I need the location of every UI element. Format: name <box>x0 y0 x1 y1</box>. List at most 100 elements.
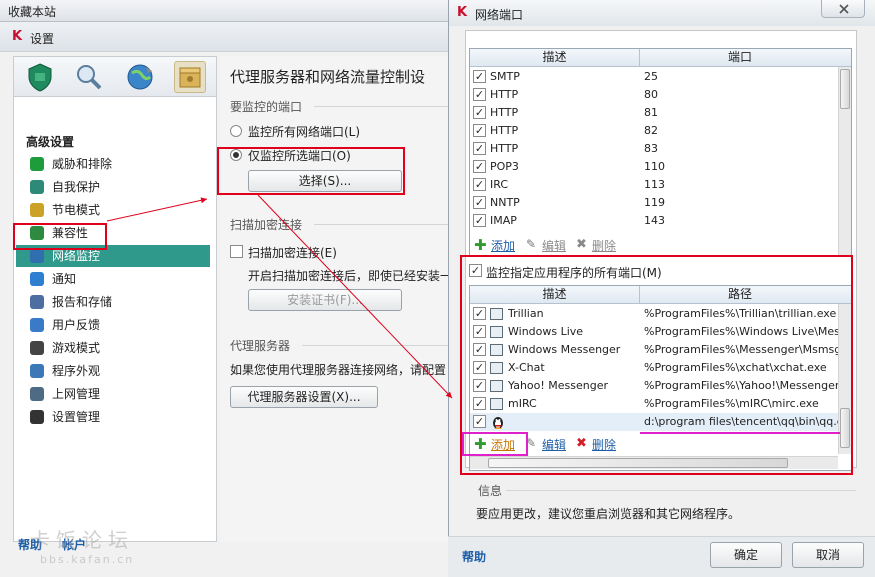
dialog-help-link[interactable]: 帮助 <box>462 548 486 565</box>
table-row[interactable]: ✓ HTTP 80 <box>470 86 851 104</box>
sidebar-item[interactable]: 报告和存储 <box>16 291 210 313</box>
port-number: 82 <box>644 124 658 137</box>
advanced-settings-title: 高级设置 <box>26 135 75 149</box>
sidebar-item[interactable]: 上网管理 <box>16 383 210 405</box>
battery-icon <box>30 203 44 217</box>
proxy-settings-button[interactable]: 代理服务器设置(X)... <box>230 386 378 408</box>
info-icon <box>30 272 44 286</box>
settings-window-title: 设置 <box>30 32 55 46</box>
edit-port-link[interactable]: 编辑 <box>542 237 566 254</box>
port-description: POP3 <box>490 160 519 173</box>
favorites-bar: 收藏本站 <box>0 0 448 22</box>
settings-box-icon[interactable] <box>174 61 206 93</box>
feedback-arrows-icon <box>30 318 44 332</box>
row-checkbox[interactable]: ✓ <box>473 142 486 155</box>
table-row[interactable]: ✓ HTTP 83 <box>470 140 851 158</box>
favorites-label[interactable]: 收藏本站 <box>8 5 56 19</box>
close-icon <box>839 4 849 14</box>
watermark-text: 卡饭论坛 <box>30 528 134 552</box>
sidebar-item[interactable]: 通知 <box>16 268 210 290</box>
port-number: 25 <box>644 70 658 83</box>
row-checkbox[interactable]: ✓ <box>473 214 486 227</box>
scroll-thumb[interactable] <box>840 69 850 109</box>
sidebar-item-label: 游戏模式 <box>52 341 101 355</box>
port-description: NNTP <box>490 196 520 209</box>
column-header-port[interactable]: 端口 <box>640 49 840 67</box>
monitor-all-ports-radio[interactable] <box>230 125 242 137</box>
dialog-title: 网络端口 <box>475 8 524 22</box>
sidebar-item-label: 自我保护 <box>52 180 101 194</box>
add-port-link[interactable]: 添加 <box>491 237 515 254</box>
sidebar-item-label: 节电模式 <box>52 203 101 217</box>
watermark-url: bbs.kafan.cn <box>40 553 135 566</box>
proxy-section-label: 代理服务器 <box>230 339 291 353</box>
sidebar-item-label: 用户反馈 <box>52 318 101 332</box>
row-checkbox[interactable]: ✓ <box>473 124 486 137</box>
ports-table[interactable]: 描述 端口 ✓ SMTP 25 ✓ HTTP 80 ✓ HTTP 81 ✓ HTTP 82 ✓ HTTP 8… <box>469 48 852 256</box>
settings-window: K 设置 高级设置 威胁和排除 自我保护 节电模式 兼容性 网络监控 通知 报告和存储 用户反… <box>0 22 452 577</box>
column-header-description[interactable]: 描述 <box>470 49 640 67</box>
row-checkbox[interactable]: ✓ <box>473 196 486 209</box>
ports-section-label: 要监控的端口 <box>230 100 303 114</box>
sidebar-item[interactable]: 自我保护 <box>16 176 210 198</box>
protection-shield-icon[interactable] <box>24 61 56 93</box>
port-number: 113 <box>644 178 665 191</box>
highlight-selected-ports <box>217 147 405 195</box>
scan-section-label: 扫描加密连接 <box>230 218 303 232</box>
row-checkbox[interactable]: ✓ <box>473 106 486 119</box>
info-section-label: 信息 <box>478 484 503 498</box>
table-row[interactable]: ✓ IRC 113 <box>470 176 851 194</box>
sidebar-item[interactable]: 程序外观 <box>16 360 210 382</box>
row-checkbox[interactable]: ✓ <box>473 160 486 173</box>
row-checkbox[interactable]: ✓ <box>473 88 486 101</box>
scan-encrypted-label[interactable]: 扫描加密连接(E) <box>248 244 337 261</box>
close-button[interactable] <box>821 0 865 18</box>
sidebar-item-label: 上网管理 <box>52 387 101 401</box>
report-icon <box>30 295 44 309</box>
sidebar-item[interactable]: 用户反馈 <box>16 314 210 336</box>
table-row[interactable]: ✓ SMTP 25 <box>470 68 851 86</box>
info-message: 要应用更改，建议您重启浏览器和其它网络程序。 <box>476 507 741 521</box>
delete-port-link[interactable]: 删除 <box>592 237 616 254</box>
edit-pencil-icon: ✎ <box>526 237 537 251</box>
sidebar-item-label: 设置管理 <box>52 410 101 424</box>
ports-table-scrollbar[interactable] <box>838 67 851 255</box>
table-row[interactable]: ✓ HTTP 81 <box>470 104 851 122</box>
install-certificate-button[interactable]: 安装证书(F)... <box>248 289 402 311</box>
row-checkbox[interactable]: ✓ <box>473 70 486 83</box>
highlight-add-link <box>462 432 528 456</box>
window-icon <box>30 364 44 378</box>
row-checkbox[interactable]: ✓ <box>473 178 486 191</box>
port-description: IMAP <box>490 214 517 227</box>
table-row[interactable]: ✓ NNTP 119 <box>470 194 851 212</box>
update-globe-icon[interactable] <box>124 61 156 93</box>
scan-encrypted-checkbox[interactable] <box>230 245 243 258</box>
highlight-qq-path-underline <box>640 432 840 434</box>
dialog-titlebar: K 网络端口 <box>449 0 875 26</box>
port-number: 81 <box>644 106 658 119</box>
k-shield-icon <box>30 180 44 194</box>
table-row[interactable]: ✓ IMAP 143 <box>470 212 851 230</box>
ok-button[interactable]: 确定 <box>710 542 782 568</box>
scan-magnifier-icon[interactable] <box>72 61 104 93</box>
section-divider <box>314 106 448 107</box>
sidebar-item-label: 报告和存储 <box>52 295 113 309</box>
monitor-all-ports-label[interactable]: 监控所有网络端口(L) <box>248 123 360 140</box>
sidebar-item-label: 通知 <box>52 272 77 286</box>
sidebar-item[interactable]: 节电模式 <box>16 199 210 221</box>
cancel-button[interactable]: 取消 <box>792 542 864 568</box>
settings-nav-pane: 高级设置 威胁和排除 自我保护 节电模式 兼容性 网络监控 通知 报告和存储 用户反馈 游戏模式… <box>13 56 217 542</box>
table-row[interactable]: ✓ HTTP 82 <box>470 122 851 140</box>
port-number: 83 <box>644 142 658 155</box>
port-description: HTTP <box>490 124 519 137</box>
proxy-description: 如果您使用代理服务器连接网络，请配置 <box>230 363 447 377</box>
sidebar-item[interactable]: 威胁和排除 <box>16 153 210 175</box>
network-icon <box>30 249 44 263</box>
table-row[interactable]: ✓ POP3 110 <box>470 158 851 176</box>
ports-table-header: 描述 端口 <box>470 49 851 67</box>
settings-main-pane: 代理服务器和网络流量控制设 要监控的端口 监控所有网络端口(L) 仅监控所选端口… <box>220 56 452 542</box>
port-number: 110 <box>644 160 665 173</box>
sidebar-item[interactable]: 游戏模式 <box>16 337 210 359</box>
sidebar-item[interactable]: 设置管理 <box>16 406 210 428</box>
kaspersky-logo-icon: K <box>12 29 23 44</box>
